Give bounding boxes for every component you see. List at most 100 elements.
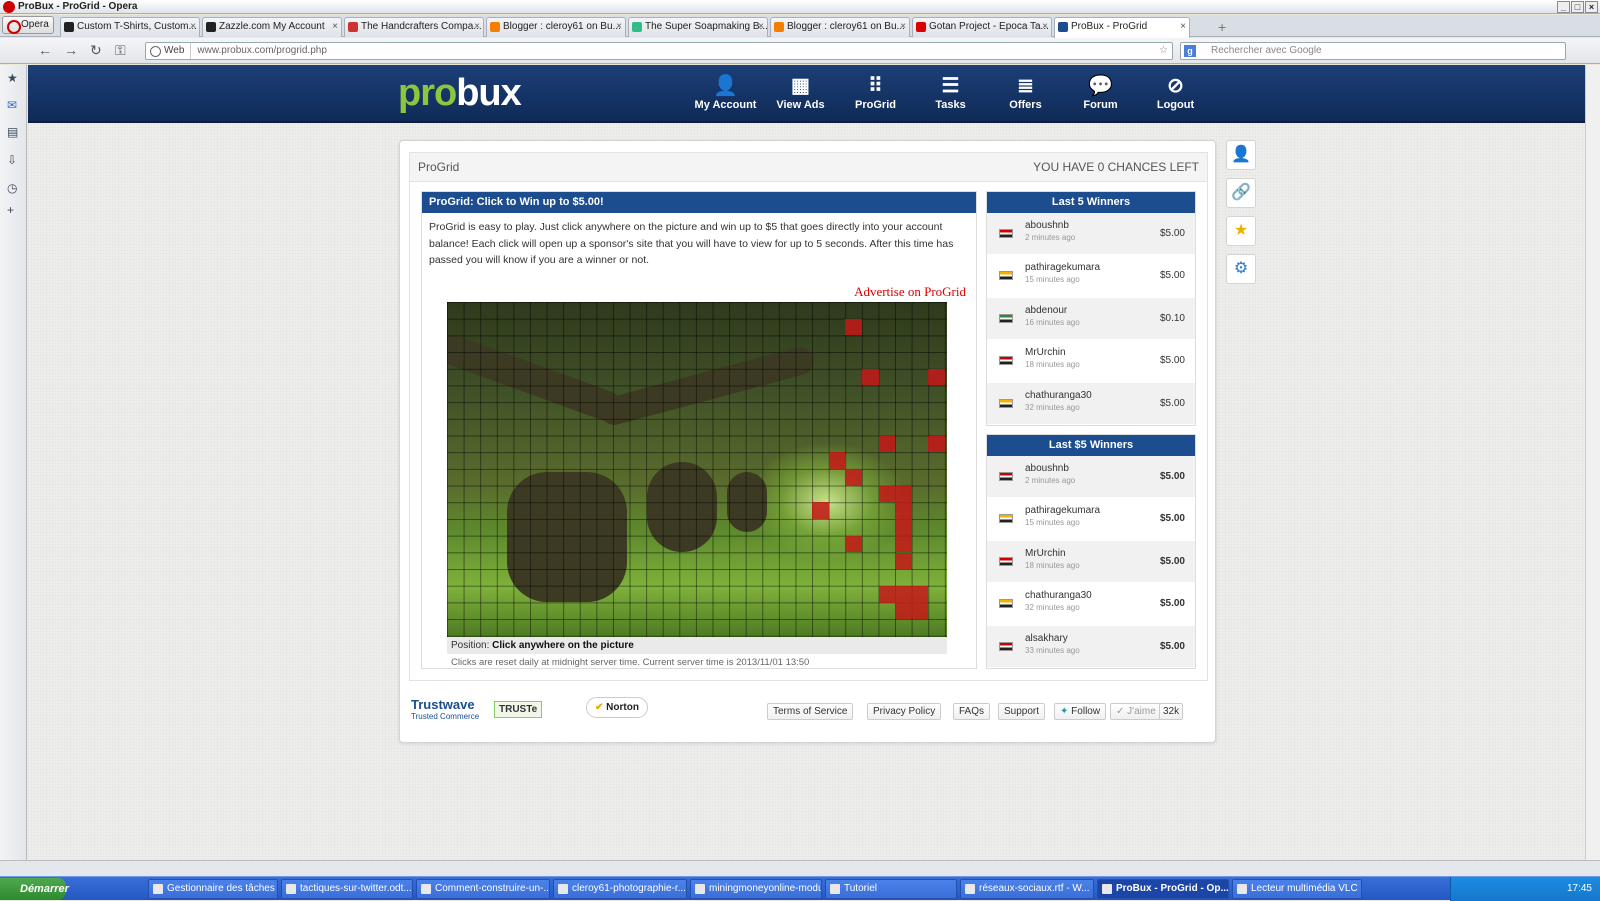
clicked-grid-cell: [878, 585, 896, 603]
last-5-winners: Last 5 Winners aboushnb 2 minutes ago $5.0…: [986, 191, 1196, 426]
nav-forum[interactable]: 💬 Forum: [1063, 73, 1138, 117]
taskbar-item[interactable]: miningmoneyonline-modu...: [690, 879, 822, 899]
forward-icon[interactable]: →: [64, 42, 78, 58]
country-flag-icon: [999, 271, 1013, 281]
tab-close-icon[interactable]: ×: [1042, 18, 1048, 36]
terms-of-service-link[interactable]: Terms of Service: [767, 703, 854, 720]
tab-label: Blogger : cleroy61 on Bu...: [787, 21, 905, 32]
winner-row: aboushnb 2 minutes ago $5.00: [987, 456, 1195, 499]
probux-logo[interactable]: probux: [398, 73, 522, 113]
clicked-grid-cell: [878, 485, 896, 503]
opera-menu-button[interactable]: Opera: [2, 16, 54, 34]
norton-badge[interactable]: ✔ Norton: [586, 697, 648, 718]
truste-badge[interactable]: TRUSTe: [494, 701, 543, 718]
close-window-button[interactable]: ×: [1585, 1, 1598, 13]
maximize-button[interactable]: □: [1571, 1, 1584, 13]
twitter-follow-button[interactable]: ✦ Follow: [1054, 703, 1107, 720]
progrid-picture[interactable]: [447, 302, 947, 637]
winner-name: abdenour: [1025, 304, 1068, 316]
tab-label: Custom T-Shirts, Custom...: [77, 21, 197, 32]
taskbar-item[interactable]: réseaux-sociaux.rtf - W...: [960, 879, 1094, 899]
position-value: Click anywhere on the picture: [492, 640, 634, 651]
nav-view-ads[interactable]: ▦ View Ads: [763, 73, 838, 117]
bookmarks-icon[interactable]: ★: [7, 71, 18, 85]
browser-tab[interactable]: The Super Soapmaking B... ×: [628, 17, 768, 37]
browser-tab[interactable]: Zazzle.com My Account ×: [202, 17, 342, 37]
address-field[interactable]: Web www.probux.com/progrid.php ☆: [145, 42, 1173, 60]
browser-tab[interactable]: Blogger : cleroy61 on Bu... ×: [486, 17, 626, 37]
tab-close-icon[interactable]: ×: [900, 18, 906, 36]
tab-close-icon[interactable]: ×: [190, 18, 196, 36]
privacy-policy-link[interactable]: Privacy Policy: [867, 703, 942, 720]
add-panel-icon[interactable]: +: [7, 203, 14, 217]
country-flag-icon: [999, 556, 1013, 566]
browser-tab[interactable]: Custom T-Shirts, Custom... ×: [60, 17, 200, 37]
browser-tab[interactable]: ProBux - ProGrid ×: [1054, 17, 1190, 38]
taskbar-item[interactable]: Gestionnaire des tâches ...: [148, 879, 278, 899]
tab-close-icon[interactable]: ×: [616, 18, 622, 36]
tab-close-icon[interactable]: ×: [332, 18, 338, 36]
nav-logout[interactable]: ⊘ Logout: [1138, 73, 1213, 117]
card-title: ProGrid: [418, 160, 460, 174]
country-flag-icon: [999, 398, 1013, 408]
notes-icon[interactable]: ▤: [7, 125, 18, 139]
nav-tasks[interactable]: ☰ Tasks: [913, 73, 988, 117]
tab-favicon-icon: [206, 22, 216, 32]
facebook-like-button[interactable]: ✓ J'aime: [1110, 703, 1162, 720]
winner-amount: $5.00: [1159, 270, 1185, 282]
downloads-icon[interactable]: ⇩: [7, 153, 17, 167]
taskbar-item[interactable]: tactiques-sur-twitter.odt...: [281, 879, 413, 899]
nav-offers[interactable]: ≣ Offers: [988, 73, 1063, 117]
winner-row: pathiragekumara 15 minutes ago $5.00: [987, 255, 1195, 298]
browser-tab[interactable]: Blogger : cleroy61 on Bu... ×: [770, 17, 910, 37]
page-scrollbar[interactable]: [1585, 65, 1600, 860]
tab-favicon-icon: [774, 22, 784, 32]
clicked-grid-cell: [862, 368, 879, 386]
nav-label: View Ads: [776, 99, 825, 111]
ads-icon: ▦: [791, 75, 810, 97]
windows-taskbar: Démarrer Gestionnaire des tâches ... tact…: [0, 876, 1600, 901]
history-icon[interactable]: ◷: [7, 181, 17, 195]
reload-icon[interactable]: ↻: [90, 42, 102, 59]
browser-tab[interactable]: Gotan Project - Epoca Ta... ×: [912, 17, 1052, 37]
key-icon[interactable]: ⚿: [115, 42, 126, 59]
chances-left: YOU HAVE 0 CHANCES LEFT: [1033, 160, 1199, 174]
link-icon[interactable]: 🔗: [1226, 178, 1256, 208]
star-icon[interactable]: ★: [1226, 216, 1256, 246]
taskbar-item[interactable]: Comment-construire-un-...: [416, 879, 550, 899]
taskbar-item[interactable]: Tutoriel: [825, 879, 957, 899]
trustwave-badge[interactable]: Trustwave Trusted Commerce: [411, 697, 479, 721]
tab-close-icon[interactable]: ×: [1180, 18, 1186, 36]
settings-gear-icon[interactable]: ⚙: [1226, 254, 1256, 284]
bookmark-star-icon[interactable]: ☆: [1159, 43, 1168, 59]
minimize-button[interactable]: _: [1557, 1, 1570, 13]
tab-close-icon[interactable]: ×: [474, 18, 480, 36]
browser-tab[interactable]: The Handcrafters Compa... ×: [344, 17, 484, 37]
twitter-bird-icon: ✦: [1060, 706, 1069, 717]
search-input[interactable]: g Rechercher avec Google: [1180, 42, 1566, 60]
support-link[interactable]: Support: [998, 703, 1046, 720]
winner-time: 15 minutes ago: [1025, 518, 1080, 528]
system-tray: 17:45: [1450, 877, 1600, 901]
winner-time: 18 minutes ago: [1025, 560, 1080, 570]
winner-row: MrUrchin 18 minutes ago $5.00: [987, 540, 1195, 584]
country-flag-icon: [999, 313, 1013, 323]
start-button[interactable]: Démarrer: [0, 878, 69, 900]
faqs-link[interactable]: FAQs: [953, 703, 991, 720]
nav-my-account[interactable]: 👤 My Account: [688, 73, 763, 117]
profile-icon[interactable]: 👤: [1226, 140, 1256, 170]
winner-name: MrUrchin: [1025, 547, 1066, 559]
new-tab-button[interactable]: +: [1218, 19, 1226, 35]
mail-icon[interactable]: ✉: [7, 98, 17, 112]
taskbar-item[interactable]: ProBux - ProGrid - Op...: [1097, 879, 1229, 899]
clicked-grid-cell: [845, 318, 862, 336]
back-icon[interactable]: ←: [38, 42, 52, 58]
winner-time: 2 minutes ago: [1025, 476, 1076, 485]
taskbar-item[interactable]: Lecteur multimédia VLC: [1232, 879, 1362, 899]
tab-label: Blogger : cleroy61 on Bu...: [503, 21, 621, 32]
progrid-card: ProGrid YOU HAVE 0 CHANCES LEFT ProGrid:…: [399, 140, 1216, 743]
tab-close-icon[interactable]: ×: [758, 18, 764, 36]
advertise-link[interactable]: Advertise on ProGrid: [854, 284, 966, 300]
nav-progrid[interactable]: ⠿ ProGrid: [838, 73, 913, 117]
taskbar-item[interactable]: cleroy61-photographie-r...: [553, 879, 687, 899]
